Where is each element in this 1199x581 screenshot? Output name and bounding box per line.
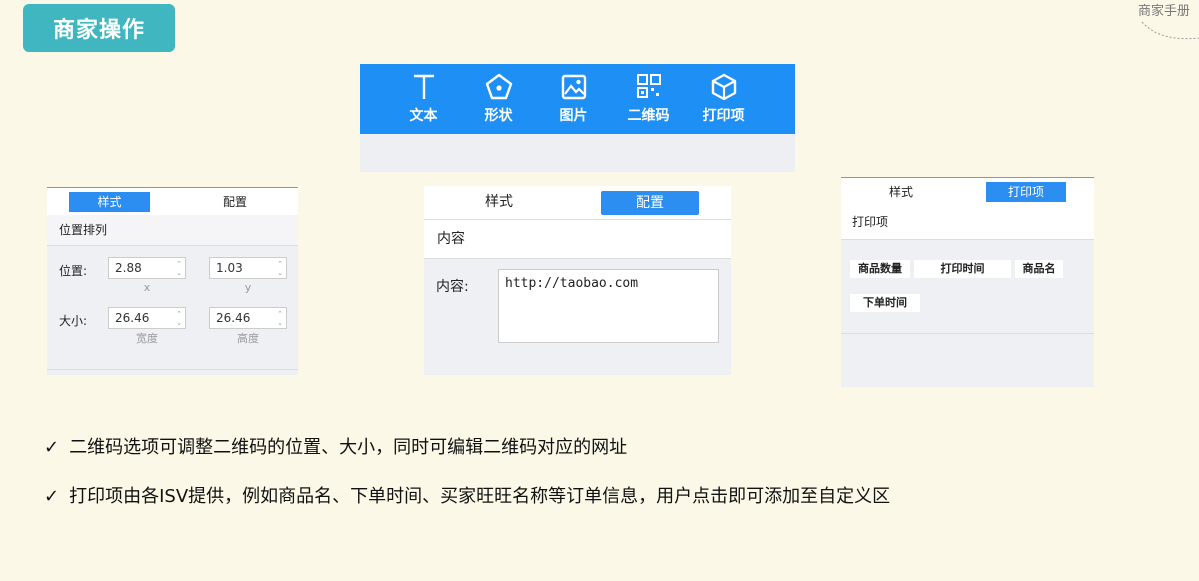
tool-label: 文本	[409, 108, 438, 124]
height-value: 26.46	[216, 311, 251, 325]
content-label: 内容:	[436, 279, 469, 295]
bullet-item: ✓ 二维码选项可调整二维码的位置、大小，同时可编辑二维码对应的网址	[44, 433, 627, 459]
print-item-panel: 样式 打印项 打印项 商品数量 打印时间 商品名 下单时间	[841, 177, 1094, 387]
print-item-chip[interactable]: 打印时间	[914, 260, 1011, 278]
tab-style[interactable]: 样式	[69, 191, 150, 212]
tool-label: 二维码	[627, 108, 670, 124]
section-heading: 内容	[424, 219, 731, 259]
panel-tabs: 样式 配置	[424, 186, 731, 219]
tool-text[interactable]: 文本	[386, 64, 461, 134]
tool-image[interactable]: 图片	[536, 64, 611, 134]
y-input[interactable]: 1.03 ⌃ ⌄	[209, 257, 287, 279]
width-value: 26.46	[115, 311, 150, 325]
bullet-text: 二维码选项可调整二维码的位置、大小，同时可编辑二维码对应的网址	[69, 437, 628, 458]
width-input[interactable]: 26.46 ⌃ ⌄	[108, 307, 186, 329]
height-caption: 高度	[237, 332, 259, 345]
position-label: 位置:	[59, 264, 88, 278]
size-label: 大小:	[59, 314, 88, 328]
tab-style[interactable]: 样式	[841, 178, 961, 206]
bullet-item: ✓ 打印项由各ISV提供，例如商品名、下单时间、买家旺旺名称等订单信息，用户点击即…	[44, 482, 890, 508]
element-toolbar: 文本 形状 图片 二维码 打印项	[360, 64, 795, 134]
tab-print-item[interactable]: 打印项	[986, 182, 1066, 202]
shape-icon	[485, 73, 512, 100]
config-panel: 样式 配置 内容 内容: http://taobao.com	[424, 186, 731, 375]
spinner-arrows-icon[interactable]: ⌃ ⌄	[276, 260, 284, 278]
tool-print-item[interactable]: 打印项	[686, 64, 761, 134]
spinner-arrows-icon[interactable]: ⌃ ⌄	[276, 310, 284, 328]
panel-tabs: 样式 配置	[47, 188, 298, 215]
decorative-curve	[1141, 21, 1199, 40]
section-heading: 位置排列	[47, 215, 298, 246]
x-input[interactable]: 2.88 ⌃ ⌄	[108, 257, 186, 279]
tool-label: 形状	[484, 108, 513, 124]
print-item-chip[interactable]: 商品数量	[850, 260, 910, 278]
height-input[interactable]: 26.46 ⌃ ⌄	[209, 307, 287, 329]
section-heading: 打印项	[841, 206, 1094, 240]
tool-shape[interactable]: 形状	[461, 64, 536, 134]
tab-style[interactable]: 样式	[424, 186, 574, 219]
check-icon: ✓	[44, 437, 60, 458]
tool-label: 图片	[559, 108, 588, 124]
tool-label: 打印项	[702, 108, 745, 124]
y-caption: y	[244, 281, 252, 294]
tab-config[interactable]: 配置	[190, 192, 280, 212]
width-caption: 宽度	[136, 332, 158, 345]
bullet-text: 打印项由各ISV提供，例如商品名、下单时间、买家旺旺名称等订单信息，用户点击即可…	[69, 486, 891, 507]
check-icon: ✓	[44, 486, 60, 507]
tab-config[interactable]: 配置	[601, 190, 699, 215]
divider	[47, 369, 298, 370]
section-title-badge: 商家操作	[23, 4, 175, 52]
toolbar-container: 文本 形状 图片 二维码 打印项	[360, 64, 795, 172]
cube-icon	[711, 73, 736, 101]
image-icon	[561, 74, 586, 100]
style-panel: 样式 配置 位置排列 位置: 2.88 ⌃ ⌄ x 1.03 ⌃ ⌄ y 大小: 2…	[47, 187, 298, 375]
divider	[841, 333, 1094, 334]
panel-tabs: 样式 打印项	[841, 178, 1094, 206]
print-item-chip[interactable]: 商品名	[1015, 260, 1063, 278]
spinner-arrows-icon[interactable]: ⌃ ⌄	[175, 310, 183, 328]
y-value: 1.03	[216, 261, 243, 275]
content-textarea[interactable]: http://taobao.com	[498, 269, 719, 343]
print-item-chip[interactable]: 下单时间	[850, 294, 920, 312]
manual-label: 商家手册	[1138, 4, 1191, 19]
spinner-arrows-icon[interactable]: ⌃ ⌄	[175, 260, 183, 278]
x-caption: x	[143, 281, 151, 294]
text-icon	[413, 74, 434, 99]
x-value: 2.88	[115, 261, 142, 275]
tool-qrcode[interactable]: 二维码	[611, 64, 686, 134]
qrcode-icon	[636, 74, 661, 98]
